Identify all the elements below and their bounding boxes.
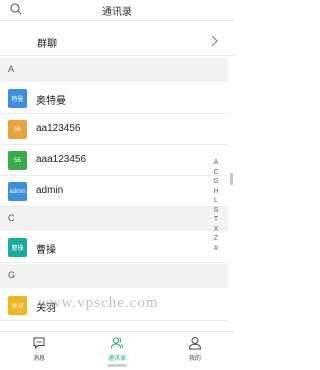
contact-row[interactable]: 特曼 奥特曼 — [0, 83, 228, 114]
section-letter: A — [8, 64, 15, 74]
profile-icon — [188, 337, 202, 350]
group-chat-label: 群聊 — [37, 39, 57, 50]
watermark: www.vpsche.com — [38, 295, 159, 311]
alphabet-index[interactable]: A C G H L S T X Z # — [211, 158, 221, 253]
contact-row[interactable]: 56 aa123456 — [0, 114, 228, 145]
index-letter[interactable]: X — [211, 225, 221, 235]
tab-contacts[interactable]: 通讯录 — [78, 332, 156, 365]
section-header-a: A — [0, 58, 228, 82]
section-header-g: G — [0, 264, 228, 288]
tab-label: 我的 — [188, 356, 201, 362]
section-letter: C — [8, 213, 15, 223]
section-header-c: C — [0, 207, 228, 231]
contact-name: 曹操 — [36, 245, 56, 256]
chevron-right-icon — [211, 35, 218, 47]
avatar: admin — [8, 182, 27, 201]
tab-label: 消息 — [32, 356, 45, 362]
index-letter[interactable]: A — [211, 158, 221, 168]
contact-name: 奥特曼 — [36, 96, 66, 107]
contact-name: aa123456 — [36, 123, 81, 134]
group-chat-row[interactable]: 群聊 — [0, 26, 234, 56]
tab-me[interactable]: 我的 — [156, 332, 234, 365]
home-indicator — [107, 364, 127, 367]
avatar: 56 — [8, 151, 27, 170]
page-title: 通讯录 — [102, 7, 132, 18]
section-letter: G — [8, 270, 16, 280]
index-letter[interactable]: T — [211, 215, 221, 225]
index-letter[interactable]: # — [211, 244, 221, 254]
contact-name: admin — [36, 185, 64, 196]
index-letter[interactable]: H — [211, 187, 221, 197]
avatar: 特曼 — [8, 89, 27, 108]
scrollbar-thumb[interactable] — [230, 173, 233, 185]
contact-row[interactable]: 56 aaa123456 — [0, 145, 228, 176]
top-bar: 通讯录 — [0, 0, 234, 21]
avatar: 56 — [8, 120, 27, 139]
message-icon — [33, 337, 45, 350]
contact-row[interactable]: admin admin — [0, 176, 228, 207]
contacts-icon — [111, 337, 124, 349]
contact-name: aaa123456 — [36, 154, 87, 165]
contact-row[interactable]: 曹操 曹操 — [0, 232, 228, 263]
bottom-tab-bar: 消息 通讯录 我的 — [0, 331, 234, 364]
index-letter[interactable]: L — [211, 196, 221, 206]
index-letter[interactable]: Z — [211, 234, 221, 244]
avatar: 关羽 — [8, 296, 27, 315]
avatar: 曹操 — [8, 238, 27, 257]
index-letter[interactable]: G — [211, 177, 221, 187]
tab-messages[interactable]: 消息 — [0, 332, 78, 365]
index-letter[interactable]: C — [211, 168, 221, 178]
index-letter[interactable]: S — [211, 206, 221, 216]
tab-label: 通讯录 — [107, 356, 126, 362]
